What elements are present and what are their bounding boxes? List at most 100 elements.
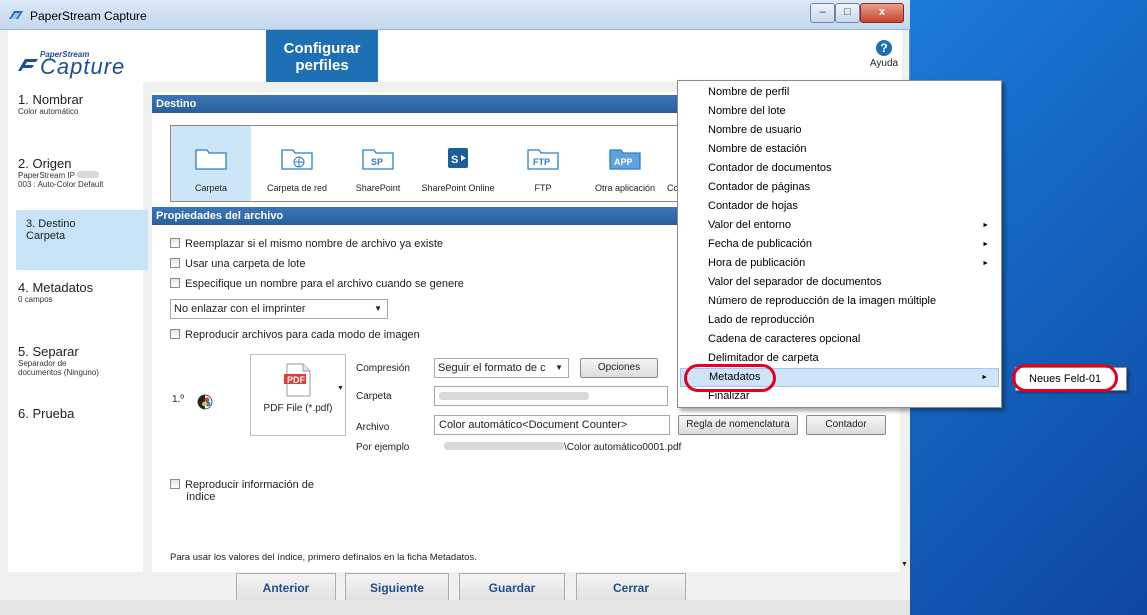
tab-configure-line1: Configurar: [283, 40, 361, 57]
checkbox-label: Reproducir archivos para cada modo de im…: [185, 329, 420, 341]
menu-item-document-counter[interactable]: Contador de documentos: [680, 159, 999, 178]
previous-button[interactable]: Anterior: [236, 573, 336, 603]
header-band: PaperStream Capture Configurar perfiles …: [8, 30, 902, 82]
submenu-arrow-icon: ►: [982, 260, 989, 267]
dest-sharepoint[interactable]: SP SharePoint: [343, 126, 413, 201]
step-title: 3. Destino: [26, 218, 76, 230]
step-subtitle: 0 campos: [18, 295, 53, 304]
logo-big-text: Capture: [40, 54, 126, 79]
tab-configure-profiles[interactable]: Configurar perfiles: [266, 30, 378, 82]
specify-name-checkbox[interactable]: Especifique un nombre para el archivo cu…: [170, 278, 464, 290]
step-subtitle: Color automático: [18, 107, 79, 116]
file-type-dropdown-icon[interactable]: ▼: [337, 385, 344, 392]
sharepoint-online-icon: S: [448, 148, 468, 168]
step-destination[interactable]: 3. Destino Carpeta: [16, 210, 148, 270]
step-title: 2. Origen: [18, 156, 72, 171]
checkbox-box[interactable]: [170, 238, 180, 248]
status-strip: [0, 600, 910, 615]
metadata-note: Para usar los valores del índice, primer…: [170, 552, 477, 563]
dest-label: SharePoint: [355, 183, 401, 193]
redacted-path: [439, 392, 589, 400]
menu-item-publish-time[interactable]: Hora de publicación ►: [680, 254, 999, 273]
folder-label: Carpeta: [356, 391, 392, 402]
index-info-checkbox[interactable]: Reproducir información de índice: [170, 479, 340, 503]
destination-selector: Carpeta Carpeta de red SP SharePoint S S…: [170, 125, 691, 202]
close-button[interactable]: Cerrar: [576, 573, 686, 603]
dest-sharepoint-online[interactable]: S SharePoint Online: [413, 126, 503, 201]
naming-rule-button[interactable]: Regla de nomenclatura: [678, 415, 798, 435]
save-button[interactable]: Guardar: [459, 573, 565, 603]
chevron-down-icon: ▼: [555, 363, 563, 372]
svg-text:APP: APP: [614, 157, 633, 167]
menu-item-environment-value[interactable]: Valor del entorno ►: [680, 216, 999, 235]
maximize-button[interactable]: □: [835, 3, 860, 23]
step-metadata[interactable]: 4. Metadatos 0 campos: [18, 280, 146, 304]
menu-item-publish-date[interactable]: Fecha de publicación ►: [680, 235, 999, 254]
naming-rule-context-menu: Nombre de perfil Nombre del lote Nombre …: [677, 80, 1002, 408]
step-test[interactable]: 6. Prueba: [18, 406, 146, 421]
file-label: Archivo: [356, 422, 390, 433]
imprinter-select[interactable]: No enlazar con el imprinter ▼: [170, 299, 388, 319]
metadata-highlight-oval: [684, 364, 776, 392]
dest-folder[interactable]: Carpeta: [171, 126, 251, 201]
menu-item-optional-string[interactable]: Cadena de caracteres opcional: [680, 330, 999, 349]
step-title: 1. Nombrar: [18, 92, 84, 107]
example-label: Por ejemplo: [356, 442, 410, 453]
step-subtitle: PaperStream IP: [18, 171, 146, 180]
menu-item-station-name[interactable]: Nombre de estación: [680, 140, 999, 159]
compression-select[interactable]: Seguir el formato de c ▼: [434, 358, 569, 378]
dest-network-folder[interactable]: Carpeta de red: [251, 126, 343, 201]
dest-label: Otra aplicación: [594, 183, 656, 193]
menu-item-page-counter[interactable]: Contador de páginas: [680, 178, 999, 197]
menu-item-multi-image-number[interactable]: Número de reproducción de la imagen múlt…: [680, 292, 999, 311]
menu-item-user-name[interactable]: Nombre de usuario: [680, 121, 999, 140]
dest-label: Carpeta de red: [266, 183, 328, 193]
redacted-path: [444, 442, 564, 450]
step-title: 4. Metadatos: [18, 280, 94, 295]
sharepoint-icon: SP: [362, 149, 394, 170]
file-type-selector[interactable]: PDF ▼ PDF File (*.pdf): [250, 354, 346, 436]
minimize-button[interactable]: –: [810, 3, 835, 23]
title-bar[interactable]: PaperStream Capture – □ x: [0, 0, 910, 30]
scroll-down-icon[interactable]: ▼: [901, 561, 908, 568]
pdf-badge: PDF: [287, 375, 305, 385]
tab-configure-line2: perfiles: [295, 57, 349, 74]
help-button[interactable]: ? Ayuda: [864, 40, 904, 69]
step-title: 5. Separar: [18, 344, 79, 359]
new-field-highlight-oval: [1012, 364, 1118, 392]
checkbox-box[interactable]: [170, 479, 180, 489]
dest-other-app[interactable]: APP Otra aplicación: [583, 126, 667, 201]
menu-item-profile-name[interactable]: Nombre de perfil: [680, 83, 999, 102]
batch-folder-checkbox[interactable]: Usar una carpeta de lote: [170, 258, 305, 270]
submenu-arrow-icon: ►: [982, 241, 989, 248]
menu-item-separator-value[interactable]: Valor del separador de documentos: [680, 273, 999, 292]
folder-icon: [195, 149, 227, 170]
checkbox-box[interactable]: [170, 329, 180, 339]
svg-text:S: S: [451, 154, 458, 166]
dest-ftp[interactable]: FTP FTP: [503, 126, 583, 201]
step-source[interactable]: 2. Origen PaperStream IP 003 : Auto-Colo…: [18, 156, 146, 189]
menu-item-output-side[interactable]: Lado de reproducción: [680, 311, 999, 330]
step-separate[interactable]: 5. Separar Separador de documentos (Ning…: [18, 344, 146, 377]
chevron-down-icon: ▼: [374, 304, 382, 313]
checkbox-box[interactable]: [170, 258, 180, 268]
counter-button[interactable]: Contador: [806, 415, 886, 435]
checkbox-label-2: índice: [186, 491, 216, 503]
menu-item-sheet-counter[interactable]: Contador de hojas: [680, 197, 999, 216]
options-button[interactable]: Opciones: [580, 358, 658, 378]
close-window-button[interactable]: x: [860, 3, 904, 23]
next-button[interactable]: Siguiente: [345, 573, 449, 603]
app-logo-icon: [9, 11, 23, 19]
help-icon: ?: [876, 40, 892, 56]
per-image-mode-checkbox[interactable]: Reproducir archivos para cada modo de im…: [170, 329, 420, 341]
checkbox-box[interactable]: [170, 278, 180, 288]
folder-input[interactable]: [434, 386, 668, 406]
file-name-input[interactable]: Color automático<Document Counter>: [434, 415, 670, 435]
replace-existing-checkbox[interactable]: Reemplazar si el mismo nombre de archivo…: [170, 238, 443, 250]
app-icon: APP: [609, 149, 641, 170]
dest-label: SharePoint Online: [421, 183, 495, 193]
file-type-label: PDF File (*.pdf): [263, 403, 333, 414]
menu-item-batch-name[interactable]: Nombre del lote: [680, 102, 999, 121]
step-name[interactable]: 1. Nombrar Color automático: [18, 92, 146, 116]
submenu-arrow-icon: ►: [982, 222, 989, 229]
